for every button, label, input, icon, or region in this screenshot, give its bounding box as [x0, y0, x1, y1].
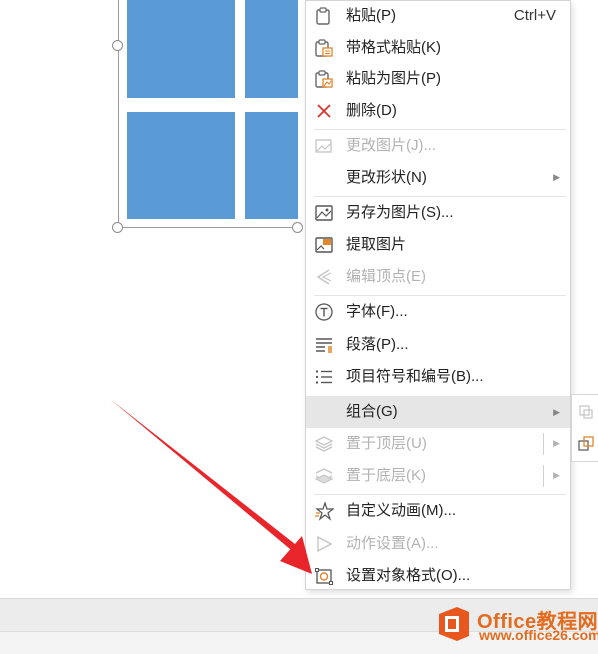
watermark-url: www.office26.com: [479, 627, 598, 643]
watermark-logo: Office教程网 www.office26.com: [435, 603, 598, 649]
office-logo-icon: [439, 607, 469, 641]
annotation-arrow: [110, 399, 312, 574]
